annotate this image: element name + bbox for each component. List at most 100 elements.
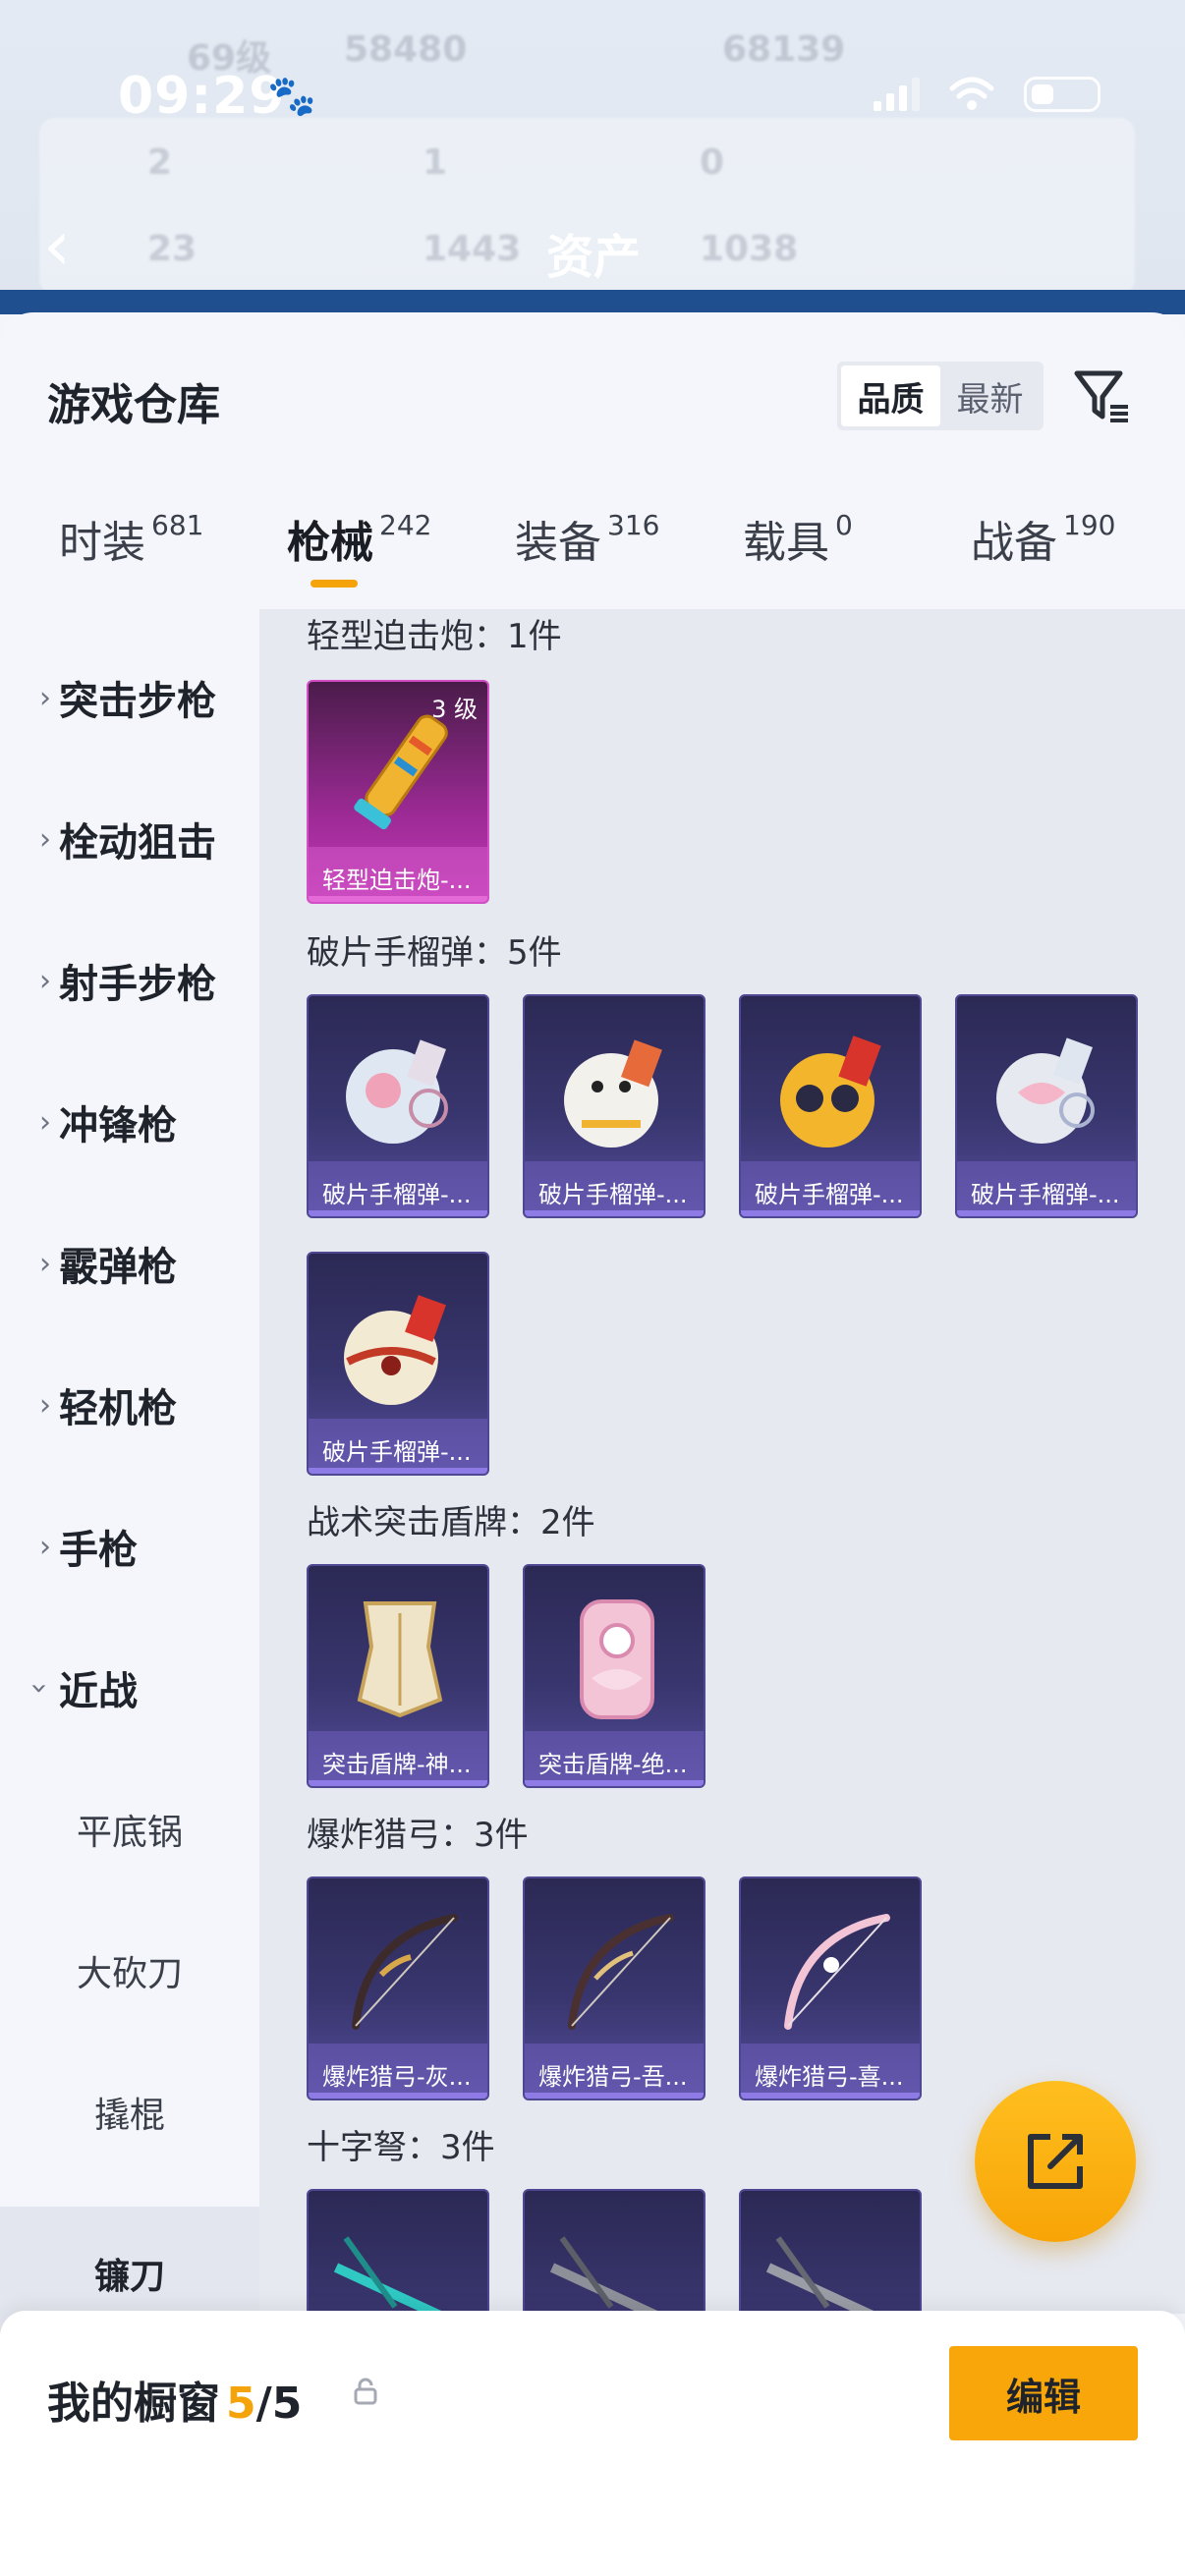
crossbow-icon <box>333 2236 448 2314</box>
showcase-label: 我的橱窗 <box>47 2379 220 2429</box>
sidebar-item-bolt-sniper[interactable]: › 栓动狙击 <box>0 792 259 886</box>
shield-icon <box>357 1601 443 1718</box>
sidebar-item-label: 霰弹枪 <box>59 1245 177 1290</box>
rarity-bar <box>309 1468 487 1474</box>
tab-count: 242 <box>379 509 432 541</box>
tab-fashion[interactable]: 时装 681 <box>59 507 203 570</box>
section-heading: 破片手榴弹：5件 <box>307 933 562 973</box>
item-card[interactable]: 破片手榴弹-... <box>523 994 705 1218</box>
tab-label: 装备 <box>515 518 601 568</box>
grenade-icon <box>564 1039 662 1148</box>
item-card[interactable]: 爆炸猎弓-吾... <box>523 1876 705 2100</box>
item-card[interactable]: 破片手榴弹-... <box>307 1252 489 1476</box>
item-card[interactable]: 突击盾牌-神... <box>307 1564 489 1788</box>
sidebar-item-assault-rifle[interactable]: › 突击步枪 <box>0 650 259 745</box>
filter-icon[interactable] <box>1071 364 1134 426</box>
page-title: 资产 <box>546 230 642 285</box>
rarity-bar <box>741 1210 920 1216</box>
ghost-score-a: 58480 <box>344 29 468 70</box>
sidebar-item-smg[interactable]: › 冲锋枪 <box>0 1075 259 1169</box>
sidebar-item-lmg[interactable]: › 轻机枪 <box>0 1358 259 1452</box>
tab-supplies[interactable]: 战备 190 <box>971 507 1115 570</box>
rarity-bar <box>525 1210 704 1216</box>
chevron-down-icon: › <box>22 1682 57 1694</box>
item-card[interactable]: 破片手榴弹-... <box>955 994 1138 1218</box>
item-caption: 破片手榴弹-... <box>525 1161 704 1216</box>
tab-label: 枪械 <box>287 518 373 568</box>
sidebar-item-label: 近战 <box>59 1669 138 1714</box>
section-heading: 爆炸猎弓：3件 <box>307 1816 529 1855</box>
rarity-bar <box>525 1780 704 1786</box>
sidebar-item-label: 栓动狙击 <box>59 820 216 866</box>
tab-firearms[interactable]: 枪械 242 <box>287 507 431 570</box>
item-card[interactable]: 3 级 轻型迫击炮-... <box>307 680 489 904</box>
category-sidebar: › 突击步枪 › 栓动狙击 › 射手步枪 › 冲锋枪 › 霰弹枪 › 轻机枪 › 手枪 › 近战… <box>0 609 259 2576</box>
rarity-bar <box>309 1210 487 1216</box>
rarity-bar <box>309 1780 487 1786</box>
sidebar-subitem-pan[interactable]: 平底锅 <box>0 1782 259 1876</box>
item-card[interactable] <box>523 2189 705 2314</box>
grenade-icon <box>996 1037 1095 1144</box>
sidebar-item-label: 手枪 <box>59 1528 138 1573</box>
item-card[interactable]: 破片手榴弹-... <box>307 994 489 1218</box>
sidebar-item-pistol[interactable]: › 手枪 <box>0 1499 259 1594</box>
grenade-icon <box>344 1295 446 1405</box>
status-icons <box>874 77 1100 112</box>
item-card[interactable]: 爆炸猎弓-灰... <box>307 1876 489 2100</box>
chevron-right-icon: › <box>39 1529 51 1564</box>
item-caption: 爆炸猎弓-吾... <box>525 2044 704 2099</box>
bow-icon <box>568 1914 674 2030</box>
edit-button[interactable]: 编辑 <box>949 2346 1138 2440</box>
ghost-n2: 1 <box>423 142 448 183</box>
sidebar-item-label: 射手步枪 <box>59 962 216 1007</box>
crossbow-icon <box>765 2236 880 2314</box>
showcase-current: 5 <box>226 2379 256 2429</box>
item-card[interactable]: 破片手榴弹-... <box>739 994 922 1218</box>
sidebar-subitem-machete[interactable]: 大砍刀 <box>0 1924 259 2018</box>
chevron-right-icon: › <box>39 1387 51 1423</box>
showcase-slash: / <box>255 2379 272 2429</box>
tab-count: 0 <box>835 509 853 541</box>
sidebar-subitem-crowbar[interactable]: 撬棍 <box>0 2065 259 2159</box>
tab-label: 时装 <box>59 518 145 568</box>
item-caption: 破片手榴弹-... <box>957 1161 1136 1216</box>
showcase-max: 5 <box>271 2379 303 2429</box>
item-caption: 破片手榴弹-... <box>309 1419 487 1474</box>
item-grid: 轻型迫击炮：1件 3 级 轻型迫击炮-... 破片手榴弹：5件 破片手榴弹-..… <box>259 609 1185 2314</box>
item-caption: 突击盾牌-神... <box>309 1731 487 1786</box>
tab-count: 681 <box>151 509 204 541</box>
sort-toggle: 品质 最新 <box>837 362 1044 430</box>
sort-latest[interactable]: 最新 <box>940 365 1040 426</box>
share-button[interactable] <box>975 2081 1136 2242</box>
sidebar-item-melee[interactable]: › 近战 <box>0 1641 259 1735</box>
grenade-icon <box>346 1039 448 1144</box>
sidebar-item-marksman-rifle[interactable]: › 射手步枪 <box>0 933 259 1028</box>
rarity-bar <box>309 2093 487 2099</box>
mortar-icon <box>354 714 448 830</box>
showcase-footer: 我的橱窗 5/5 编辑 <box>0 2311 1185 2576</box>
bow-icon <box>784 1914 890 2030</box>
chevron-right-icon: › <box>39 821 51 857</box>
signal-icon <box>874 78 920 111</box>
background-strip <box>0 290 1185 314</box>
back-button[interactable]: ‹ <box>43 211 90 280</box>
sidebar-item-shotgun[interactable]: › 霰弹枪 <box>0 1216 259 1311</box>
item-card[interactable] <box>307 2189 489 2314</box>
chevron-right-icon: › <box>39 1246 51 1281</box>
showcase-title: 我的橱窗 5/5 <box>47 2368 302 2431</box>
rarity-bar <box>957 1210 1136 1216</box>
tab-equipment[interactable]: 装备 316 <box>515 507 659 570</box>
paw-icon: 🐾 <box>267 74 316 119</box>
sidebar-item-label: 突击步枪 <box>59 679 216 724</box>
ghost-n3: 0 <box>700 142 725 183</box>
sort-quality[interactable]: 品质 <box>841 365 940 426</box>
tab-vehicles[interactable]: 载具 0 <box>743 507 853 570</box>
item-card[interactable]: 爆炸猎弓-喜... <box>739 1876 922 2100</box>
item-caption: 破片手榴弹-... <box>309 1161 487 1216</box>
lock-icon <box>354 2378 377 2405</box>
crossbow-icon <box>549 2236 664 2314</box>
item-card[interactable]: 突击盾牌-绝... <box>523 1564 705 1788</box>
item-card[interactable] <box>739 2189 922 2314</box>
rarity-bar <box>741 2093 920 2099</box>
tab-count: 190 <box>1063 509 1116 541</box>
